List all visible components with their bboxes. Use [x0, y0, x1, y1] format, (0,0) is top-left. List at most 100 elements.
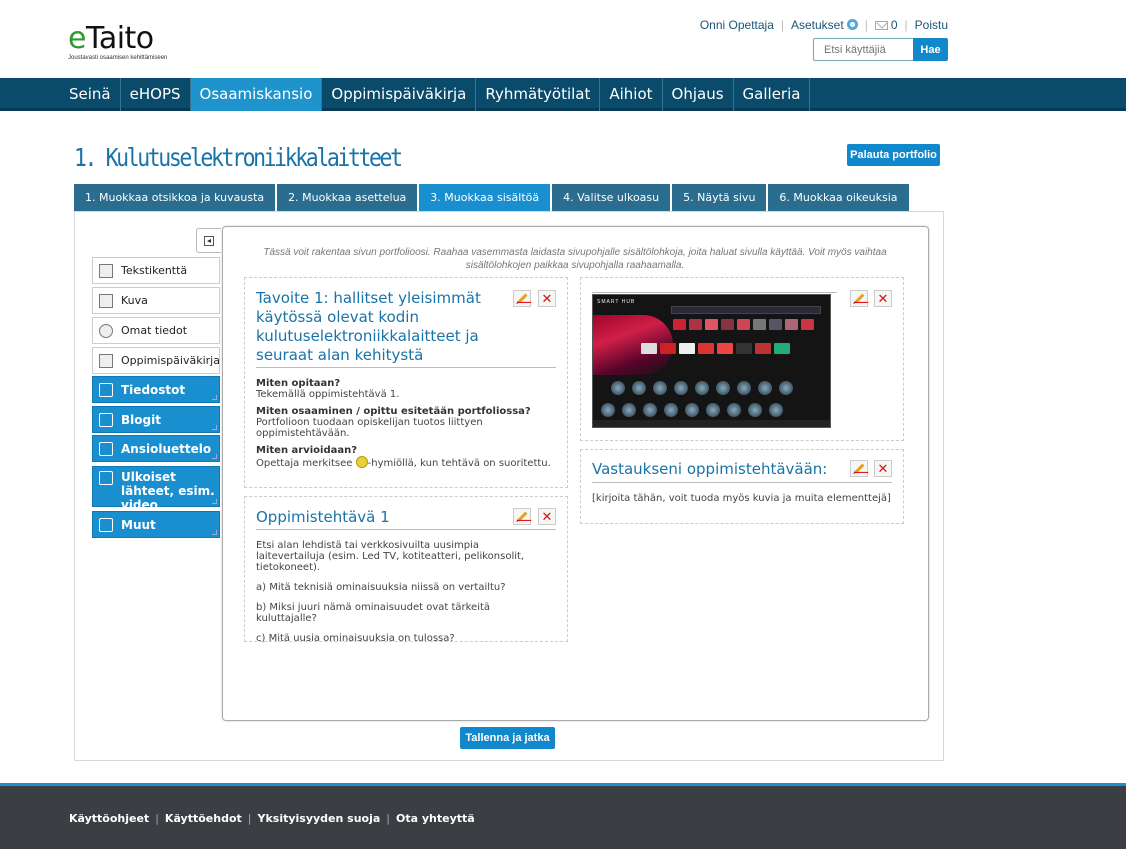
delete-block-button[interactable]: ✕ [538, 290, 556, 307]
edit-icon [517, 293, 527, 304]
close-icon: ✕ [877, 461, 889, 476]
delete-block-button[interactable]: ✕ [874, 460, 892, 477]
settings-label: Asetukset [791, 18, 844, 32]
logout-link[interactable]: Poistu [915, 18, 948, 32]
separator: | [904, 18, 908, 32]
external-link-icon [99, 471, 113, 485]
etaito-logo[interactable]: eTaito Joustavasti osaamisen kehittämise… [68, 22, 168, 62]
answer-text: Opettaja merkitsee [256, 458, 356, 469]
palette-label: Omat tiedot [121, 324, 188, 337]
edit-block-button[interactable] [513, 508, 531, 525]
tv-app-tile [679, 343, 695, 354]
palette-label: Tekstikenttä [121, 264, 188, 277]
gear-icon [846, 19, 858, 30]
palette-item-other[interactable]: Muut [92, 511, 220, 538]
tv-app-tile [673, 319, 686, 330]
tv-app-tile [785, 319, 798, 330]
message-count: 0 [890, 18, 898, 32]
task-question: c) Mitä uusia ominaisuuksia on tulossa? [256, 633, 455, 644]
tv-app-tile [721, 319, 734, 330]
tv-icon [769, 403, 783, 417]
top-links: Onni Opettaja | Asetukset | 0 | Poistu [700, 18, 948, 32]
nav-item-ehops[interactable]: eHOPS [121, 78, 191, 111]
block-title: Tavoite 1: hallitset yleisimmät käytössä… [256, 289, 481, 364]
palette-item-profile[interactable]: Omat tiedot [92, 317, 220, 344]
tv-app-tile [717, 343, 733, 354]
palette-label: Oppimispäiväkirja [121, 354, 220, 367]
save-and-continue-button[interactable]: Tallenna ja jatka [460, 727, 555, 749]
task-question: b) Miksi juuri nämä ominaisuudet ovat tä… [256, 602, 491, 624]
cv-icon [99, 441, 113, 456]
search-button[interactable]: Hae [913, 38, 948, 61]
user-search-input[interactable] [813, 38, 913, 61]
tv-icon [653, 381, 667, 395]
tab-show-page[interactable]: 5. Näytä sivu [672, 184, 767, 212]
tv-icon [643, 403, 657, 417]
edit-block-button[interactable] [850, 460, 868, 477]
nav-item-ohjaus[interactable]: Ohjaus [663, 78, 734, 111]
palette-item-external[interactable]: Ulkoiset lähteet, esim. video [92, 466, 220, 512]
footer-link-contact[interactable]: Ota yhteyttä [396, 812, 475, 825]
nav-item-aihiot[interactable]: Aihiot [600, 78, 663, 111]
footer-link-terms[interactable]: Käyttöehdot [165, 812, 242, 825]
tv-icon [695, 381, 709, 395]
nav-item-seina[interactable]: Seinä [60, 78, 121, 111]
edit-tabs: 1. Muokkaa otsikkoa ja kuvausta 2. Muokk… [74, 184, 909, 212]
footer-link-instructions[interactable]: Käyttöohjeet [69, 812, 149, 825]
palette-item-cv[interactable]: Ansioluettelo [92, 435, 220, 462]
list-icon [99, 517, 113, 532]
delete-block-button[interactable]: ✕ [538, 508, 556, 525]
separator: | [247, 812, 252, 825]
tv-app-tile [736, 343, 752, 354]
logo-tagline: Joustavasti osaamisen kehittämiseen [68, 55, 168, 61]
nav-item-oppimispaivakirja[interactable]: Oppimispäiväkirja [322, 78, 477, 111]
question-label: Miten arvioidaan? [256, 445, 358, 456]
palette-item-files[interactable]: Tiedostot [92, 376, 220, 403]
tab-edit-layout[interactable]: 2. Muokkaa asettelua [277, 184, 418, 212]
tv-app-tile [705, 319, 718, 330]
tv-icon [758, 381, 772, 395]
footer: Käyttöohjeet | Käyttöehdot | Yksityisyyden… [0, 783, 1126, 849]
palette-label: Blogit [121, 412, 161, 427]
answer: Portfolioon tuodaan opiskelijan tuotos l… [256, 417, 483, 439]
image-icon [99, 293, 113, 308]
divider [256, 367, 556, 368]
edit-icon [854, 463, 864, 474]
tv-app-tile [689, 319, 702, 330]
tv-app-tile [755, 343, 771, 354]
settings-link[interactable]: Asetukset [791, 18, 858, 32]
nav-item-galleria[interactable]: Galleria [734, 78, 811, 111]
question: Miten opitaan? [256, 378, 556, 389]
collapse-palette-button[interactable] [196, 228, 221, 253]
tab-edit-permissions[interactable]: 6. Muokkaa oikeuksia [768, 184, 909, 212]
tv-search-bar [671, 306, 821, 314]
separator: | [386, 812, 391, 825]
tab-choose-theme[interactable]: 4. Valitse ulkoasu [552, 184, 671, 212]
palette-label: Tiedostot [121, 382, 186, 397]
palette-item-diary[interactable]: Oppimispäiväkirja [92, 347, 220, 374]
tv-hub-label: SMART HUB [597, 299, 636, 305]
tab-edit-title[interactable]: 1. Muokkaa otsikkoa ja kuvausta [74, 184, 276, 212]
nav-item-ryhmatyotilat[interactable]: Ryhmätyötilat [476, 78, 601, 111]
tv-icon [748, 403, 762, 417]
edit-block-button[interactable] [513, 290, 531, 307]
tv-app-tile [660, 343, 676, 354]
delete-block-button[interactable]: ✕ [874, 290, 892, 307]
divider [592, 482, 892, 483]
question: Miten arvioidaan? [256, 445, 556, 456]
footer-link-privacy[interactable]: Yksityisyyden suoja [257, 812, 380, 825]
user-name-link[interactable]: Onni Opettaja [700, 18, 774, 32]
nav-item-osaamiskansio[interactable]: Osaamiskansio [190, 78, 323, 111]
messages-link[interactable]: 0 [874, 18, 898, 32]
tv-bottom-icons [601, 403, 783, 417]
edit-block-button[interactable] [850, 290, 868, 307]
return-portfolio-button[interactable]: Palauta portfolio [847, 144, 940, 166]
palette-item-image[interactable]: Kuva [92, 287, 220, 314]
palette-label: Ansioluettelo [121, 441, 212, 456]
tv-icon [601, 403, 615, 417]
task-question: a) Mitä teknisiä ominaisuuksia niissä on… [256, 582, 506, 593]
palette-item-text[interactable]: Tekstikenttä [92, 257, 220, 284]
tab-edit-content[interactable]: 3. Muokkaa sisältöä [419, 184, 551, 212]
tv-icon [674, 381, 688, 395]
palette-item-blogs[interactable]: Blogit [92, 406, 220, 433]
